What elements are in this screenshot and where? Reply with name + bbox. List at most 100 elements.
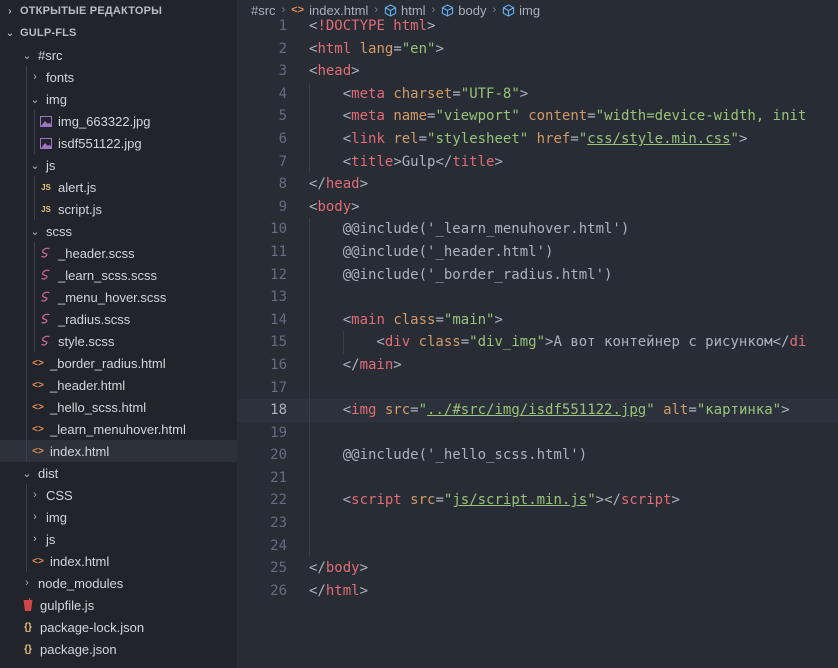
tree-file-item[interactable]: _header.scss (0, 242, 237, 264)
code-token: href (536, 130, 571, 147)
code-line[interactable]: 22 <script src="js/script.min.js"></scri… (237, 489, 838, 513)
indent-guide (34, 242, 35, 264)
tree-folder-item[interactable]: › img (0, 506, 237, 528)
tree-file-item[interactable]: JS script.js (0, 198, 237, 220)
tree-folder-item[interactable]: ⌄ scss (0, 220, 237, 242)
tree-file-item[interactable]: gulpfile.js (0, 594, 237, 616)
image-file-icon (38, 114, 54, 128)
tree-file-item[interactable]: _learn_scss.scss (0, 264, 237, 286)
code-token: < (309, 492, 352, 509)
tree-file-item[interactable]: <> _hello_scss.html (0, 396, 237, 418)
code-line[interactable]: 13 (237, 286, 838, 309)
tree-file-item[interactable]: _menu_hover.scss (0, 286, 237, 308)
code-line[interactable]: 19 (237, 421, 838, 445)
code-text: <div class="div_img">А вот контейнер с р… (287, 331, 806, 354)
code-line[interactable]: 7 <title>Gulp</title> (237, 150, 838, 174)
code-token: div (384, 334, 419, 351)
code-line[interactable]: 2 <html lang="en"> (237, 38, 838, 61)
code-line[interactable]: 26 </html> (237, 580, 838, 603)
tree-folder-item[interactable]: ⌄ #src (0, 44, 237, 66)
code-token: @@include('_border_radius.html') (309, 266, 613, 283)
code-token: = (393, 40, 402, 57)
project-header[interactable]: ⌄ GULP-FLS (0, 22, 237, 44)
code-token: > (359, 176, 369, 193)
tree-file-item[interactable]: img_663322.jpg (0, 110, 237, 132)
indent-guide (34, 198, 35, 220)
code-token: name (393, 108, 428, 125)
tree-file-item[interactable]: isdf551122.jpg (0, 132, 237, 154)
tree-folder-item[interactable]: ⌄ dist (0, 462, 237, 484)
tree-folder-item[interactable]: › js (0, 528, 237, 550)
code-line[interactable]: 17 (237, 376, 838, 400)
code-line[interactable]: 11 @@include('_header.html') (237, 240, 838, 264)
tree-file-item[interactable]: style.scss (0, 330, 237, 352)
code-area[interactable]: 1 <!DOCTYPE html> 2 <html lang="en"> 3 <head>… (237, 15, 838, 602)
tree-file-item[interactable]: <> index.html (0, 440, 237, 462)
tree-file-item[interactable]: _radius.scss (0, 308, 237, 330)
file-tree: ⌄ #src › fonts ⌄ img img_663322.jpg isdf551122.… (0, 44, 237, 660)
tree-file-item[interactable]: JS alert.js (0, 176, 237, 198)
code-line[interactable]: 21 (237, 466, 838, 490)
tree-folder-item[interactable]: › node_modules (0, 572, 237, 594)
tree-file-item[interactable]: <> _learn_menuhover.html (0, 418, 237, 440)
indent-guide (309, 240, 310, 264)
code-line[interactable]: 5 <meta name="viewport" content="width=d… (237, 105, 838, 128)
code-token: script (620, 492, 672, 509)
html-file-icon: <> (32, 555, 44, 567)
code-line[interactable]: 25 </body> (237, 557, 838, 580)
tree-file-item[interactable]: {} package.json (0, 638, 237, 660)
tree-item-label: fonts (46, 69, 75, 85)
indent-guide (26, 396, 27, 418)
tree-file-item[interactable]: <> _border_radius.html (0, 352, 237, 374)
code-line[interactable]: 16 </main> (237, 353, 838, 377)
code-token: class (418, 334, 461, 351)
tree-item-label: js (46, 157, 56, 173)
code-token: ../#src/img/isdf551122.jpg (427, 402, 647, 419)
code-token: = (418, 130, 428, 147)
tree-item-label: _menu_hover.scss (58, 289, 167, 305)
indent-guide (309, 376, 310, 400)
tree-folder-item[interactable]: › CSS (0, 484, 237, 506)
code-token: = (460, 334, 470, 351)
code-line[interactable]: 6 <link rel="stylesheet" href="css/style… (237, 127, 838, 151)
tree-file-item[interactable]: <> index.html (0, 550, 237, 572)
js-file-icon: JS (41, 182, 51, 192)
code-line[interactable]: 8 </head> (237, 173, 838, 196)
code-line[interactable]: 3 <head> (237, 60, 838, 83)
tree-folder-item[interactable]: ⌄ img (0, 88, 237, 110)
code-line[interactable]: 4 <meta charset="UTF-8"> (237, 82, 838, 106)
code-line[interactable]: 9 <body> (237, 196, 838, 219)
code-line[interactable]: 14 <main class="main"> (237, 308, 838, 332)
code-line[interactable]: 1 <!DOCTYPE html> (237, 15, 838, 38)
tree-folder-item[interactable]: ⌄ js (0, 154, 237, 176)
tree-file-item[interactable]: <> _header.html (0, 374, 237, 396)
code-token: @@include('_learn_menuhover.html') (309, 221, 630, 238)
code-line[interactable]: 24 (237, 534, 838, 558)
code-line[interactable]: 10 @@include('_learn_menuhover.html') (237, 218, 838, 241)
indent-guide (34, 110, 35, 132)
code-text: </head> (287, 173, 368, 196)
code-token: html (317, 40, 360, 57)
image-file-icon (38, 136, 54, 150)
indent-guide (26, 308, 27, 330)
line-number: 10 (270, 221, 287, 238)
code-line[interactable]: 18 <img src="../#src/img/isdf551122.jpg"… (237, 399, 838, 422)
line-number: 9 (278, 198, 287, 215)
code-line[interactable]: 12 @@include('_border_radius.html') (237, 263, 838, 287)
tree-file-item[interactable]: {} package-lock.json (0, 616, 237, 638)
tree-folder-item[interactable]: › fonts (0, 66, 237, 88)
line-number: 19 (270, 424, 287, 441)
sass-file-icon (38, 268, 54, 282)
indent-guide (26, 330, 27, 352)
code-editor[interactable]: #src › <> index.html › html › body › img 1 <!DOCTY… (237, 0, 838, 668)
indent-guide (26, 88, 27, 110)
tree-item-label: isdf551122.jpg (58, 135, 142, 151)
code-line[interactable]: 15 <div class="div_img">А вот контейнер … (237, 331, 838, 354)
code-token: title (351, 153, 394, 170)
open-editors-header[interactable]: › ОТКРЫТЫЕ РЕДАКТОРЫ (0, 0, 237, 22)
indent-guide (26, 66, 27, 88)
code-line[interactable]: 20 @@include('_hello_scss.html') (237, 444, 838, 467)
code-line[interactable]: 23 (237, 512, 838, 535)
